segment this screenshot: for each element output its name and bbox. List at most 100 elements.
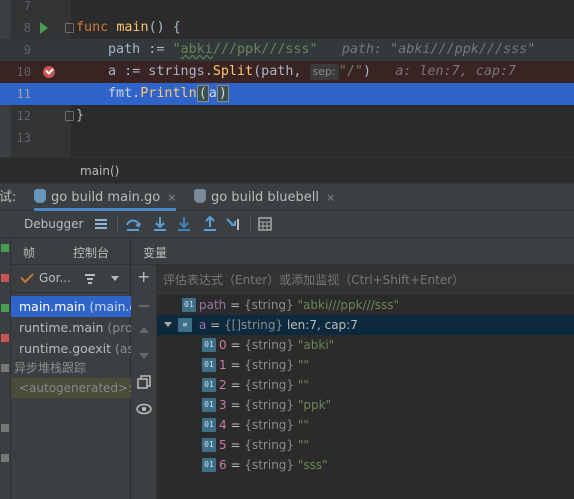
resume-icon[interactable] bbox=[1, 304, 9, 312]
goroutine-selector[interactable]: Gor... bbox=[11, 265, 131, 293]
copy-icon[interactable] bbox=[137, 375, 151, 389]
breakpoint-icon[interactable] bbox=[43, 66, 55, 78]
close-icon[interactable]: × bbox=[326, 191, 335, 204]
debug-tab-bar: 试: go build main.go × go build bluebell × bbox=[0, 184, 574, 211]
chevron-down-icon[interactable] bbox=[164, 322, 172, 327]
variable-row-text: 6 = {string} "sss" bbox=[219, 458, 328, 472]
step-out-icon[interactable] bbox=[202, 216, 218, 232]
variables-header: 变量 bbox=[131, 238, 574, 265]
variable-row-element[interactable]: 01 2 = {string} "" bbox=[157, 375, 574, 395]
parameter-hint: sep: bbox=[309, 64, 339, 80]
close-icon[interactable]: × bbox=[167, 191, 176, 204]
variable-row-text: 2 = {string} "" bbox=[219, 378, 309, 392]
variable-row-a[interactable]: ≡ a = {[]string} len:7, cap:7 bbox=[157, 315, 574, 335]
variable-row-element[interactable]: 01 1 = {string} "" bbox=[157, 355, 574, 375]
variable-row-text: 0 = {string} "abki" bbox=[219, 338, 335, 352]
checkmark-icon bbox=[20, 269, 34, 284]
evaluate-expression-field[interactable] bbox=[157, 265, 574, 294]
string-field-icon: 01 bbox=[202, 358, 216, 372]
code-text: path := "abki///ppk///sss" path: "abki//… bbox=[108, 42, 536, 57]
move-down-icon[interactable] bbox=[139, 353, 149, 359]
variable-row-text: 1 = {string} "" bbox=[219, 358, 309, 372]
variable-row-text: 3 = {string} "ppk" bbox=[219, 398, 332, 412]
run-gutter-icon[interactable] bbox=[40, 22, 48, 34]
code-text: fmt.Println(a) bbox=[108, 85, 229, 102]
string-field-icon: 01 bbox=[202, 378, 216, 392]
code-editor[interactable]: 7 8 func main() { 9 path := "abki///ppk/… bbox=[0, 0, 574, 157]
rerun-icon[interactable] bbox=[1, 244, 9, 252]
string-field-icon: 01 bbox=[202, 398, 216, 412]
stop-icon[interactable] bbox=[1, 274, 9, 282]
toolbar-divider bbox=[117, 216, 118, 232]
settings-icon[interactable] bbox=[1, 424, 9, 432]
frame-item[interactable]: runtime.goexit (asm bbox=[11, 338, 131, 359]
remove-watch-icon[interactable] bbox=[139, 305, 149, 307]
string-field-icon: 01 bbox=[202, 418, 216, 432]
move-up-icon[interactable] bbox=[139, 327, 149, 333]
view-breakpoints-icon[interactable] bbox=[1, 334, 9, 342]
async-stack-label: 异步堆栈跟踪 bbox=[14, 361, 87, 375]
line-number: 10 bbox=[16, 65, 31, 79]
step-over-icon[interactable] bbox=[125, 216, 141, 232]
chevron-down-icon[interactable] bbox=[111, 276, 119, 281]
code-line-10[interactable]: 10 a := strings.Split(path, sep: "/") a: … bbox=[0, 61, 574, 83]
go-gopher-icon bbox=[34, 189, 46, 203]
goroutine-label: Gor... bbox=[39, 271, 71, 285]
filter-icon[interactable] bbox=[84, 273, 96, 285]
step-into-icon[interactable] bbox=[152, 216, 168, 232]
frame-item[interactable]: main.main (main.go bbox=[11, 296, 131, 317]
string-field-icon: 01 bbox=[202, 438, 216, 452]
line-number: 12 bbox=[16, 109, 31, 123]
code-line-11-execution-point[interactable]: 11 fmt.Println(a) bbox=[0, 83, 574, 105]
variable-row-element[interactable]: 01 0 = {string} "abki" bbox=[157, 335, 574, 355]
inline-value-hint: path: "abki///ppk///sss" bbox=[341, 42, 536, 57]
variable-row-path[interactable]: 01 path = {string} "abki///ppk///sss" bbox=[157, 295, 574, 315]
tab-go-build-bluebell[interactable]: go build bluebell × bbox=[194, 184, 335, 211]
frame-item-autogenerated[interactable]: <autogenerated>:2 bbox=[11, 378, 131, 398]
string-field-icon: 01 bbox=[202, 338, 216, 352]
fold-icon[interactable] bbox=[65, 23, 74, 33]
code-line-13[interactable]: 13 bbox=[0, 127, 574, 149]
mute-breakpoints-icon[interactable] bbox=[1, 364, 9, 372]
breadcrumb-item[interactable]: main() bbox=[80, 164, 119, 178]
code-line-9[interactable]: 9 path := "abki///ppk///sss" path: "abki… bbox=[0, 39, 574, 61]
variables-title: 变量 bbox=[143, 246, 168, 260]
evaluate-input[interactable] bbox=[163, 271, 563, 289]
code-text: func main() { bbox=[76, 20, 181, 35]
inline-value-hint: a: len:7, cap:7 bbox=[395, 64, 517, 79]
code-line-7[interactable]: 7 bbox=[0, 0, 574, 17]
variable-row-text: 5 = {string} "" bbox=[219, 438, 309, 452]
debugger-label[interactable]: Debugger bbox=[24, 217, 83, 231]
string-field-icon: 01 bbox=[182, 298, 196, 312]
add-watch-icon[interactable]: + bbox=[137, 269, 150, 285]
frames-panel-tabs: 帧 控制台 bbox=[11, 238, 131, 265]
code-line-12[interactable]: 12 } bbox=[0, 105, 574, 127]
tab-frames[interactable]: 帧 bbox=[23, 244, 35, 261]
variable-row-text: 4 = {string} "" bbox=[219, 418, 309, 432]
debug-side-toolbar bbox=[0, 238, 11, 499]
pin-icon[interactable] bbox=[1, 454, 9, 462]
variable-row-element[interactable]: 01 6 = {string} "sss" bbox=[157, 455, 574, 475]
tab-go-build-main[interactable]: go build main.go × bbox=[34, 184, 177, 211]
run-to-cursor-icon[interactable] bbox=[226, 216, 242, 232]
toolbar-divider bbox=[250, 216, 251, 232]
fold-end-icon[interactable] bbox=[65, 111, 74, 121]
view-icon[interactable] bbox=[136, 403, 152, 415]
code-line-8[interactable]: 8 func main() { bbox=[0, 17, 574, 39]
force-step-into-icon[interactable] bbox=[176, 216, 192, 232]
code-text: } bbox=[76, 108, 85, 123]
tab-console[interactable]: 控制台 bbox=[73, 244, 109, 261]
evaluate-expression-icon[interactable] bbox=[257, 216, 273, 232]
variable-row-element[interactable]: 01 5 = {string} "" bbox=[157, 435, 574, 455]
frame-item[interactable]: runtime.main (proc bbox=[11, 317, 131, 338]
variable-row-element[interactable]: 01 4 = {string} "" bbox=[157, 415, 574, 435]
code-text: a := strings.Split(path, sep: "/") a: len… bbox=[108, 64, 517, 80]
layout-menu-icon[interactable] bbox=[93, 216, 109, 232]
breadcrumb[interactable]: main() bbox=[0, 157, 574, 184]
variable-row-element[interactable]: 01 3 = {string} "ppk" bbox=[157, 395, 574, 415]
go-gopher-icon bbox=[194, 189, 206, 203]
variables-side-toolbar: + bbox=[131, 265, 157, 499]
debug-tool-label: 试: bbox=[0, 190, 17, 205]
variables-panel: 变量 + 01 path = {string} "abki///ppk///ss… bbox=[131, 238, 574, 499]
string-field-icon: 01 bbox=[202, 458, 216, 472]
